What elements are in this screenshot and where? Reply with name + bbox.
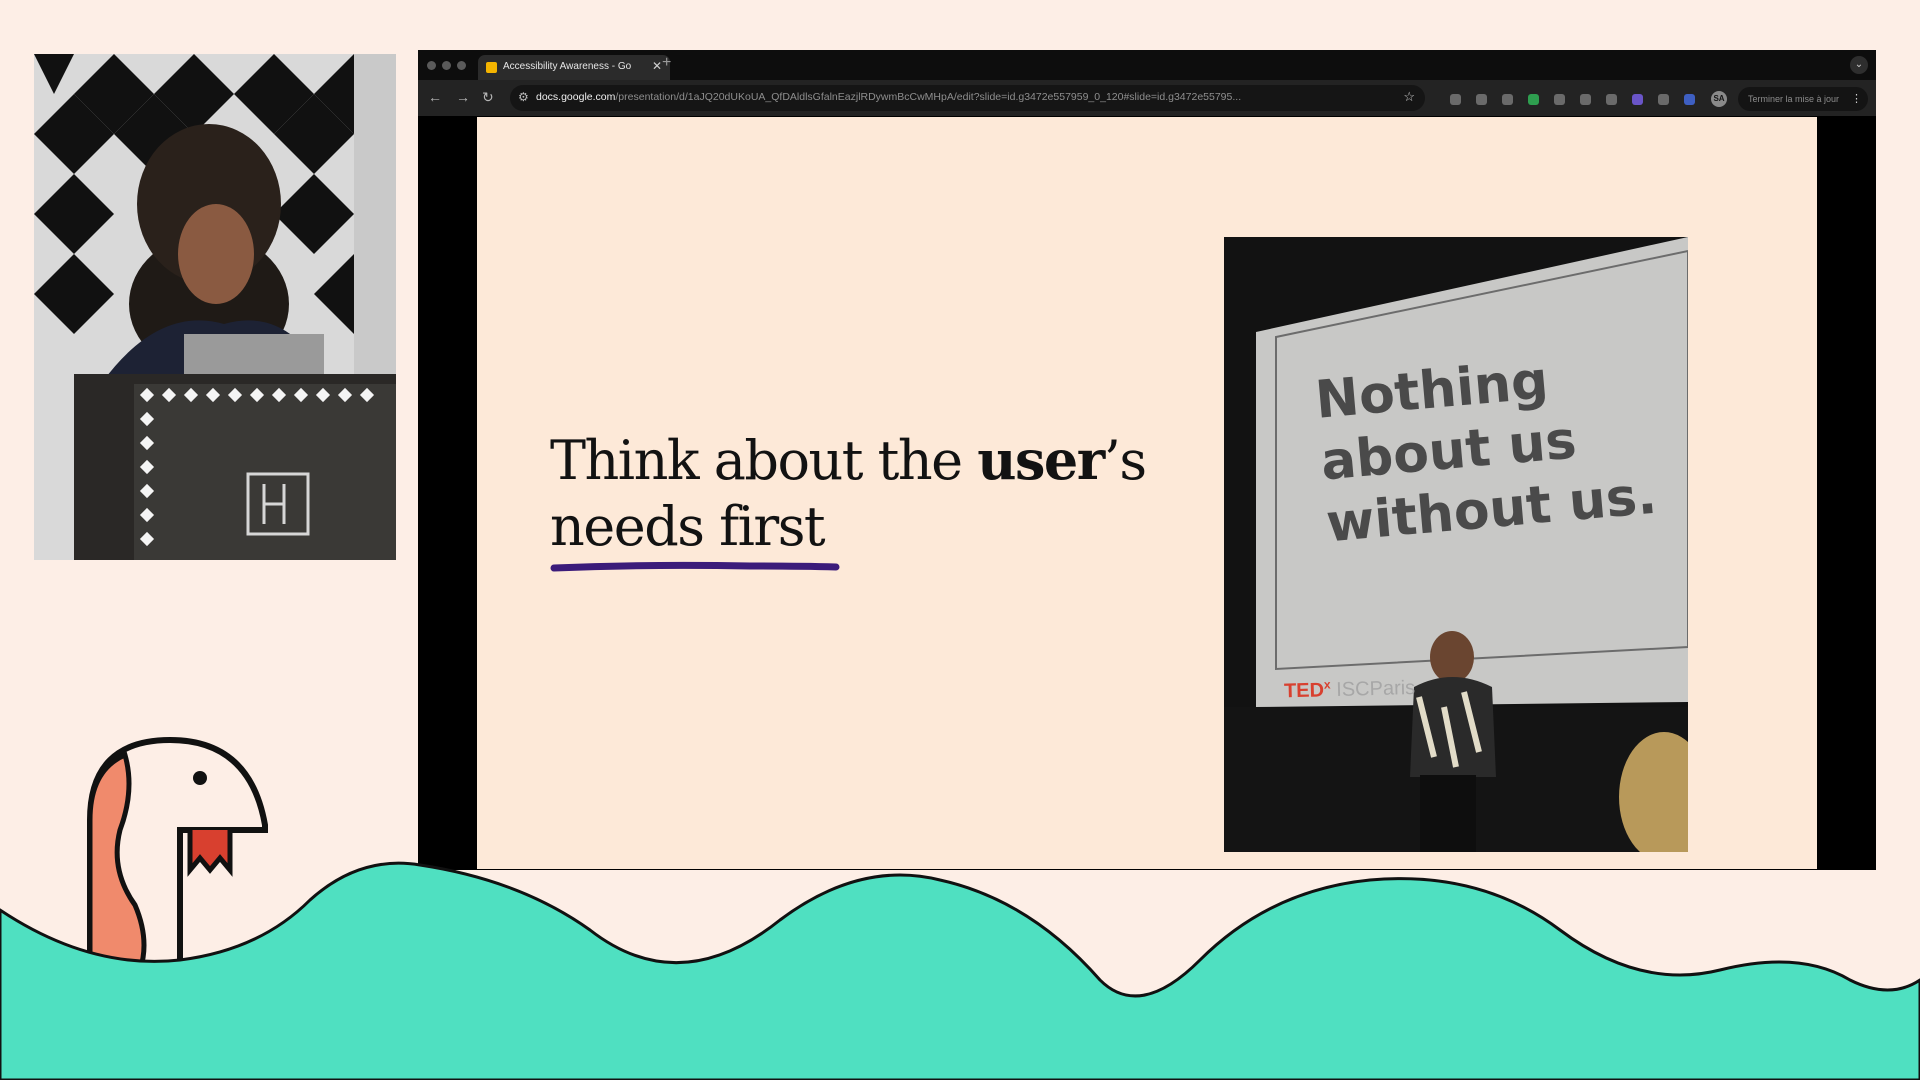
profile-avatar[interactable]: SA — [1711, 91, 1727, 107]
slides-favicon-icon — [486, 62, 497, 73]
plus-icon[interactable]: + — [662, 54, 671, 72]
window-minimize-dot[interactable] — [442, 61, 451, 70]
browser-toolbar: ← → ↻ ⚙ docs.google.com/presentation/d/1… — [418, 80, 1876, 116]
extension-icon[interactable] — [1554, 94, 1565, 105]
forward-arrow-icon[interactable]: → — [456, 89, 470, 105]
back-arrow-icon[interactable]: ← — [428, 89, 442, 105]
update-button-label: Terminer la mise à jour — [1748, 94, 1840, 104]
extension-icon[interactable] — [1528, 94, 1539, 105]
photo-background — [1224, 237, 1688, 852]
ted-talk-photo: Nothing about us without us. TEDx ISCPar… — [1224, 237, 1688, 852]
heading-underline — [550, 561, 840, 572]
tab-title: Accessibility Awareness - Go — [503, 61, 632, 72]
url-text[interactable]: docs.google.com/presentation/d/1aJQ20dUK… — [536, 91, 1386, 103]
extension-icon[interactable] — [1476, 94, 1487, 105]
slide-heading: Think about the user’s needs first — [550, 427, 1190, 560]
tab-accessibility-awareness[interactable]: Accessibility Awareness - Go ✕ — [478, 55, 670, 80]
heading-part-1: Think about the — [550, 429, 978, 492]
chevron-down-icon[interactable]: ⌄ — [1850, 56, 1868, 74]
extension-icon[interactable] — [1450, 94, 1461, 105]
menu-icon[interactable]: ⋮ — [1851, 87, 1862, 111]
extension-icon[interactable] — [1632, 94, 1643, 105]
close-icon[interactable]: ✕ — [652, 59, 662, 73]
tedx-logo-ted: TED — [1283, 679, 1325, 703]
reload-icon[interactable]: ↻ — [482, 89, 494, 106]
extension-icon[interactable] — [1606, 94, 1617, 105]
tab-bar: Accessibility Awareness - Go ✕ + ⌄ — [418, 50, 1876, 80]
extension-icon[interactable] — [1580, 94, 1591, 105]
speaker-video-frame — [34, 54, 396, 560]
heading-emphasis: user — [977, 428, 1105, 492]
url-path: /presentation/d/1aJQ20dUKoUA_QfDAldlsGfa… — [615, 91, 1242, 103]
speaker-camera-feed — [34, 54, 396, 560]
tedx-logo-x: x — [1323, 677, 1331, 692]
extension-icon[interactable] — [1684, 94, 1695, 105]
url-host: docs.google.com — [536, 91, 616, 103]
wave-decoration — [0, 861, 1920, 1080]
extension-icon[interactable] — [1658, 94, 1669, 105]
star-icon[interactable]: ☆ — [1403, 89, 1415, 105]
site-info-icon[interactable]: ⚙ — [518, 90, 529, 104]
presentation-slide: Think about the user’s needs first Nothi… — [477, 117, 1817, 869]
window-zoom-dot[interactable] — [457, 61, 466, 70]
finish-update-button[interactable]: Terminer la mise à jour ⋮ — [1738, 87, 1868, 111]
projected-screen-text: Nothing about us without us. — [1313, 350, 1660, 555]
window-close-dot[interactable] — [427, 61, 436, 70]
tedx-logo: TEDx ISCParis — [1284, 675, 1416, 703]
tedx-logo-event: ISCParis — [1335, 676, 1416, 702]
browser-window: Accessibility Awareness - Go ✕ + ⌄ ← → ↻… — [418, 50, 1876, 870]
address-bar[interactable]: ⚙ docs.google.com/presentation/d/1aJQ20d… — [510, 85, 1425, 111]
extension-icon[interactable] — [1502, 94, 1513, 105]
